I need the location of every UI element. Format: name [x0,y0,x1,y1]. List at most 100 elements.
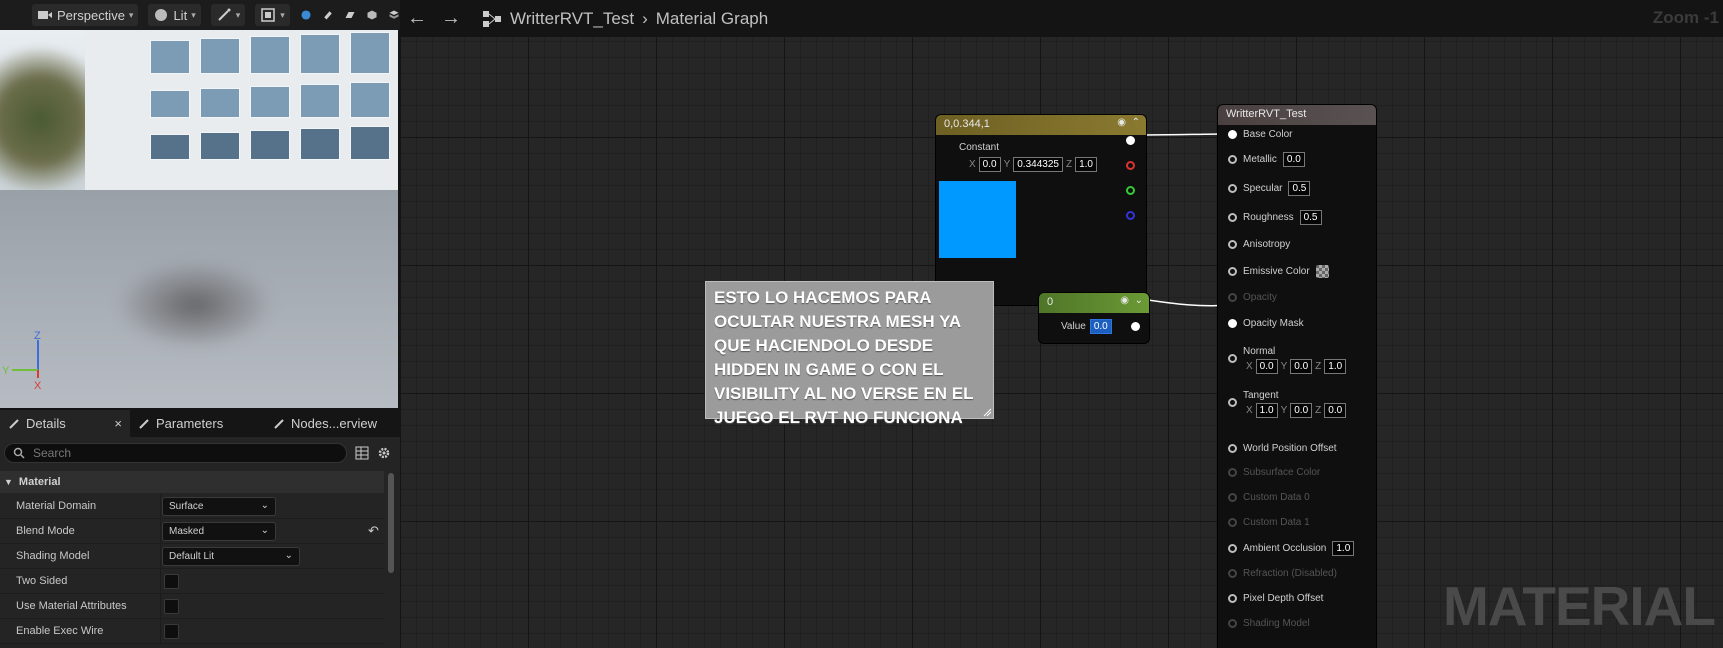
cylinder-preview-icon[interactable] [322,7,334,23]
table-view-icon[interactable] [355,446,369,460]
lit-dropdown[interactable]: Lit ▾ [148,4,201,26]
constant3-node[interactable]: 0,0.344,1 ◉ ⌃ Constant X 0.0 Y 0.344325 … [936,115,1146,305]
forward-arrow-icon[interactable]: → [434,7,468,30]
metallic-value-field[interactable]: 0.0 [1282,152,1305,167]
use-material-attributes-checkbox[interactable] [164,599,179,614]
input-pin [1228,569,1237,578]
checker-swatch-icon[interactable] [1315,265,1329,278]
input-world-position-offset[interactable]: World Position Offset [1228,443,1337,454]
search-input[interactable]: Search [4,443,347,463]
normal-x-field[interactable]: 0.0 [1255,359,1278,374]
ao-value-field[interactable]: 1.0 [1332,541,1355,556]
input-pin[interactable] [1228,130,1237,139]
resize-handle-icon[interactable] [982,407,992,417]
value-field[interactable]: 0.0 [1089,319,1112,334]
input-pin[interactable] [1228,267,1237,276]
tangent-y-field[interactable]: 0.0 [1290,403,1313,418]
output-pin-b[interactable] [1126,211,1135,220]
input-normal[interactable]: Normal X 0.0 Y 0.0 Z 1.0 [1228,346,1347,374]
blend-mode-dropdown[interactable]: Masked ⌄ [162,522,276,541]
preview-toggle-icon[interactable]: ◉ [1120,295,1129,306]
show-options-dropdown[interactable]: ▾ [210,4,246,26]
y-value-field[interactable]: 0.344325 [1013,157,1063,172]
output-pin-rgb[interactable] [1126,136,1135,145]
input-pin[interactable] [1228,544,1237,553]
building-window [200,88,240,118]
z-value-field[interactable]: 1.0 [1075,157,1097,172]
input-pin[interactable] [1228,213,1237,222]
details-scrollbar[interactable] [388,473,394,573]
x-value-field[interactable]: 0.0 [978,157,1001,172]
category-material[interactable]: ▼ Material [0,471,384,493]
input-pin[interactable] [1228,398,1237,407]
preview-mesh-dropdown[interactable]: ▾ [255,4,290,26]
material-result-node[interactable]: WritterRVT_Test Base Color Metallic 0.0 S… [1218,105,1376,648]
perspective-dropdown[interactable]: Perspective ▾ [32,4,139,26]
tab-nodes-overview[interactable]: Nodes...erview [265,410,400,437]
building-window [200,132,240,160]
tab-parameters[interactable]: Parameters [130,410,265,437]
material-preview-viewport[interactable]: Z Y X [0,30,398,408]
input-pin[interactable] [1228,444,1237,453]
node-title: 0,0.344,1 [944,118,990,130]
property-label: Shading Model [16,550,90,562]
input-anisotropy[interactable]: Anisotropy [1228,239,1290,250]
input-pixel-depth-offset[interactable]: Pixel Depth Offset [1228,593,1323,604]
input-tangent[interactable]: Tangent X 1.0 Y 0.0 Z 0.0 [1228,390,1347,418]
material-domain-dropdown[interactable]: Surface ⌄ [162,497,276,516]
input-opacity-mask[interactable]: Opacity Mask [1228,318,1304,329]
tangent-x-field[interactable]: 1.0 [1255,403,1278,418]
input-pin[interactable] [1228,354,1237,363]
chevron-down-icon[interactable]: ⌄ [1135,295,1143,306]
teapot-preview-icon[interactable] [388,7,400,23]
normal-y-field[interactable]: 0.0 [1290,359,1313,374]
chevron-down-icon: ⌄ [284,550,293,561]
output-pin-g[interactable] [1126,186,1135,195]
input-roughness[interactable]: Roughness 0.5 [1228,210,1322,225]
tangent-fields: X 1.0 Y 0.0 Z 0.0 [1243,403,1347,418]
two-sided-checkbox[interactable] [164,574,179,589]
search-row: Search [0,437,400,469]
comment-box[interactable]: ESTO LO HACEMOS PARA OCULTAR NUESTRA MES… [705,281,994,427]
reset-to-default-icon[interactable]: ↶ [368,523,379,539]
gear-icon[interactable] [377,446,391,460]
tab-details[interactable]: Details × [0,410,130,437]
tangent-z-field[interactable]: 0.0 [1324,403,1347,418]
roughness-value-field[interactable]: 0.5 [1299,210,1322,225]
input-pin[interactable] [1228,155,1237,164]
specular-value-field[interactable]: 0.5 [1288,181,1311,196]
input-base-color[interactable]: Base Color [1228,129,1292,140]
value-row: Value 0.0 [1061,319,1112,334]
input-pin[interactable] [1228,594,1237,603]
input-specular[interactable]: Specular 0.5 [1228,181,1311,196]
input-metallic[interactable]: Metallic 0.0 [1228,152,1305,167]
input-pin [1228,619,1237,628]
close-icon[interactable]: × [114,416,122,431]
breadcrumb-asset[interactable]: WritterRVT_Test [510,9,634,29]
input-ambient-occlusion[interactable]: Ambient Occlusion 1.0 [1228,541,1355,556]
breadcrumb-graph[interactable]: Material Graph [656,9,768,29]
chevron-down-icon: ▾ [235,9,241,20]
dropdown-value: Default Lit [169,551,215,562]
input-emissive-color[interactable]: Emissive Color [1228,265,1329,278]
scalar-constant-node[interactable]: 0 ◉ ⌄ Value 0.0 [1039,293,1149,343]
x-axis-label: X [1246,405,1253,416]
enable-exec-wire-checkbox[interactable] [164,624,179,639]
preview-toggle-icon[interactable]: ◉ [1117,117,1126,128]
shading-model-dropdown[interactable]: Default Lit ⌄ [162,547,300,566]
input-pin[interactable] [1228,319,1237,328]
back-arrow-icon[interactable]: ← [400,7,434,30]
input-label: Tangent [1243,390,1279,401]
collapse-icon[interactable]: ⌃ [1132,117,1140,128]
input-pin[interactable] [1228,184,1237,193]
plane-preview-icon[interactable] [344,7,356,23]
sphere-preview-icon[interactable] [300,7,312,23]
material-graph-canvas[interactable]: 0,0.344,1 ◉ ⌃ Constant X 0.0 Y 0.344325 … [400,37,1723,648]
building-window [150,90,190,118]
output-pin[interactable] [1131,322,1140,331]
property-label: Material Domain [16,500,97,512]
input-pin[interactable] [1228,240,1237,249]
normal-z-field[interactable]: 1.0 [1324,359,1347,374]
output-pin-r[interactable] [1126,161,1135,170]
cube-preview-icon[interactable] [366,7,378,23]
